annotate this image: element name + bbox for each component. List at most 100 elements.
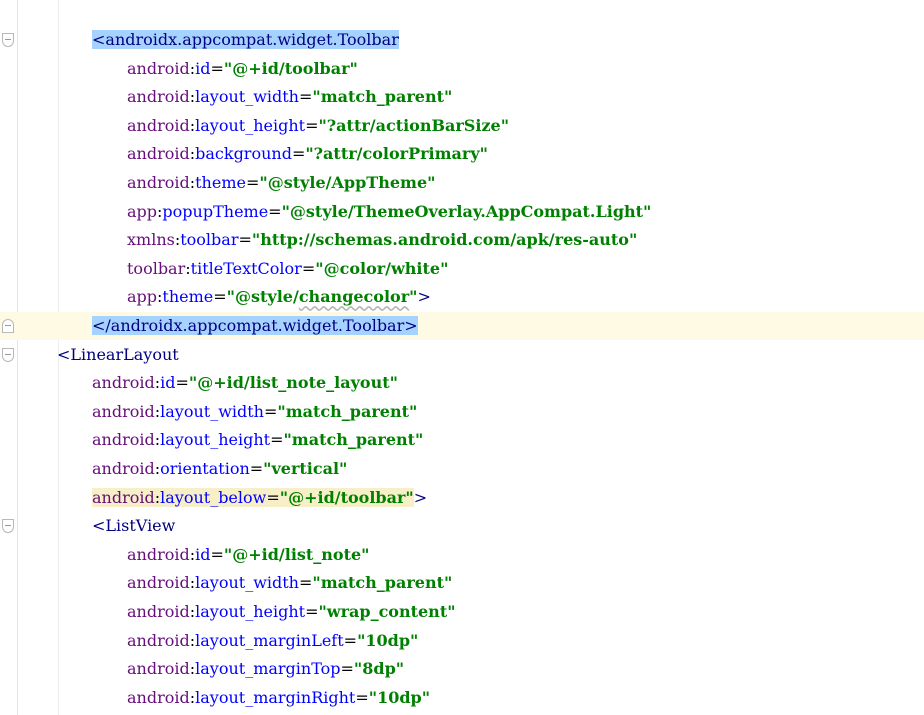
code-token-val: "@style/AppTheme" bbox=[259, 173, 436, 192]
code-token-val: "wrap_content" bbox=[318, 602, 456, 621]
code-text: android:background="?attr/colorPrimary" bbox=[127, 140, 488, 168]
code-token-punct: = bbox=[213, 287, 227, 307]
code-line[interactable]: <ListView bbox=[0, 512, 924, 540]
code-token-ns: android bbox=[127, 58, 190, 78]
code-text: android:layout_marginTop="8dp" bbox=[127, 655, 404, 683]
code-token-val: "@+id/toolbar" bbox=[223, 58, 358, 78]
code-line[interactable]: android:theme="@style/AppTheme" bbox=[0, 169, 924, 197]
code-token-attr: theme bbox=[162, 287, 214, 307]
code-text: app:theme="@style/changecolor"> bbox=[127, 283, 431, 311]
code-text: android:orientation="vertical" bbox=[92, 455, 347, 483]
code-token-ns: android bbox=[127, 144, 190, 164]
code-token-punct: = bbox=[175, 373, 189, 393]
code-token-val: "@color/white" bbox=[315, 258, 449, 278]
code-token-tag: </androidx.appcompat.widget.Toolbar> bbox=[92, 316, 418, 335]
code-token-ns: app bbox=[127, 287, 158, 307]
code-token-attr: theme bbox=[195, 173, 246, 192]
code-text: android:layout_width="match_parent" bbox=[127, 83, 452, 111]
code-text: </androidx.appcompat.widget.Toolbar> bbox=[92, 312, 418, 340]
code-line[interactable]: android:id="@+id/list_note" bbox=[0, 541, 924, 569]
code-token-attr: background bbox=[195, 144, 292, 164]
code-text: android:layout_below="@+id/toolbar"> bbox=[92, 484, 427, 512]
code-line[interactable]: app:popupTheme="@style/ThemeOverlay.AppC… bbox=[0, 198, 924, 226]
code-token-punct: = bbox=[305, 115, 319, 135]
code-line[interactable]: android:orientation="vertical" bbox=[0, 455, 924, 483]
code-line[interactable]: </androidx.appcompat.widget.Toolbar> bbox=[0, 312, 924, 340]
code-line[interactable]: android:background="?attr/colorPrimary" bbox=[0, 140, 924, 168]
code-token-punct: = bbox=[210, 58, 224, 78]
code-line[interactable]: android:layout_marginRight="10dp" bbox=[0, 684, 924, 712]
fold-open-icon[interactable] bbox=[2, 347, 14, 362]
code-text: android:layout_width="match_parent" bbox=[92, 398, 417, 426]
code-token-punct: = bbox=[355, 687, 369, 707]
code-token-attr: layout_marginTop bbox=[195, 659, 341, 679]
code-line[interactable]: android:layout_width="match_parent" bbox=[0, 569, 924, 597]
code-token-attr: layout_marginLeft bbox=[195, 630, 344, 650]
code-token-punct: = bbox=[266, 487, 280, 507]
code-text: <LinearLayout bbox=[57, 341, 179, 369]
code-token-tag: > bbox=[413, 487, 428, 507]
code-token-val: "match_parent" bbox=[312, 573, 453, 593]
code-token-val: "10dp" bbox=[368, 687, 431, 707]
code-token-attr: toolbar bbox=[180, 230, 239, 250]
code-line[interactable]: android:layout_marginTop="8dp" bbox=[0, 655, 924, 683]
fold-open-icon[interactable] bbox=[2, 33, 14, 47]
code-line[interactable]: android:layout_below="@+id/toolbar"> bbox=[0, 484, 924, 512]
code-text: app:popupTheme="@style/ThemeOverlay.AppC… bbox=[127, 198, 651, 226]
code-line[interactable]: android:id="@+id/list_note_layout" bbox=[0, 369, 924, 397]
code-editor[interactable]: <androidx.appcompat.widget.Toolbar androi… bbox=[0, 0, 924, 715]
code-token-ns: android bbox=[127, 687, 190, 707]
code-token-val: "@+id/list_note" bbox=[223, 544, 370, 564]
code-token-attr: titleTextColor bbox=[190, 258, 302, 278]
code-token-ns: xmlns bbox=[127, 230, 175, 250]
code-line[interactable]: android:layout_height="?attr/actionBarSi… bbox=[0, 112, 924, 140]
code-line[interactable]: xmlns:toolbar="http://schemas.android.co… bbox=[0, 226, 924, 254]
code-text: android:id="@+id/list_note" bbox=[127, 541, 370, 569]
code-text: <androidx.appcompat.widget.Toolbar bbox=[92, 26, 399, 54]
code-token-punct: = bbox=[301, 258, 316, 278]
code-text: android:layout_width="match_parent" bbox=[127, 569, 452, 597]
code-text: <ListView bbox=[92, 512, 175, 540]
code-token-punct: = bbox=[249, 459, 264, 478]
code-line[interactable]: app:theme="@style/changecolor"> bbox=[0, 283, 924, 311]
code-token-punct: = bbox=[268, 201, 282, 221]
code-token-val: "?attr/actionBarSize" bbox=[318, 115, 510, 135]
code-token-val: "10dp" bbox=[357, 630, 419, 650]
code-line[interactable]: android:id="@+id/toolbar" bbox=[0, 55, 924, 83]
code-token-attr: layout_width bbox=[195, 87, 299, 107]
code-token-punct: = bbox=[238, 230, 252, 250]
code-line[interactable]: <androidx.appcompat.widget.Toolbar bbox=[0, 26, 924, 54]
code-token-ns: android bbox=[92, 373, 155, 393]
code-text: android:layout_marginRight="10dp" bbox=[127, 684, 430, 712]
code-text: android:layout_height="match_parent" bbox=[92, 426, 423, 454]
code-line[interactable]: android:layout_height="match_parent" bbox=[0, 426, 924, 454]
code-line[interactable]: android:layout_width="match_parent" bbox=[0, 398, 924, 426]
code-token-attr: layout_marginRight bbox=[195, 687, 356, 707]
code-token-attr: layout_height bbox=[160, 430, 271, 450]
code-text: android:layout_height="wrap_content" bbox=[127, 598, 456, 626]
code-text: android:id="@+id/toolbar" bbox=[127, 55, 358, 83]
code-line[interactable]: android:layout_marginLeft="10dp" bbox=[0, 627, 924, 655]
code-token-tag: <androidx.appcompat.widget.Toolbar bbox=[92, 30, 399, 49]
code-token-val: "match_parent" bbox=[312, 87, 453, 107]
code-token-attr: orientation bbox=[160, 459, 250, 478]
code-token-val: "match_parent" bbox=[283, 430, 424, 450]
code-token-ns: android bbox=[127, 544, 190, 564]
code-token-ns: android bbox=[92, 487, 155, 507]
code-line[interactable]: android:layout_width="match_parent" bbox=[0, 83, 924, 111]
code-text: android:layout_marginLeft="10dp" bbox=[127, 627, 418, 655]
fold-close-icon[interactable] bbox=[2, 319, 14, 333]
code-line[interactable]: toolbar:titleTextColor="@color/white" bbox=[0, 255, 924, 283]
code-token-punct: = bbox=[298, 87, 313, 107]
code-line[interactable]: android:layout_height="wrap_content" bbox=[0, 598, 924, 626]
code-token-punct: = bbox=[340, 659, 354, 679]
code-token-ns: android bbox=[127, 659, 190, 679]
code-token-ns: app bbox=[127, 201, 158, 221]
code-text: android:theme="@style/AppTheme" bbox=[127, 169, 435, 197]
code-line[interactable]: <LinearLayout bbox=[0, 341, 924, 369]
code-token-val: "@style/ThemeOverlay.AppCompat.Light" bbox=[281, 201, 652, 221]
code-text: android:id="@+id/list_note_layout" bbox=[92, 369, 398, 397]
code-token-punct: = bbox=[270, 430, 284, 450]
code-token-attr: layout_height bbox=[195, 602, 306, 621]
fold-open-icon[interactable] bbox=[2, 519, 14, 534]
